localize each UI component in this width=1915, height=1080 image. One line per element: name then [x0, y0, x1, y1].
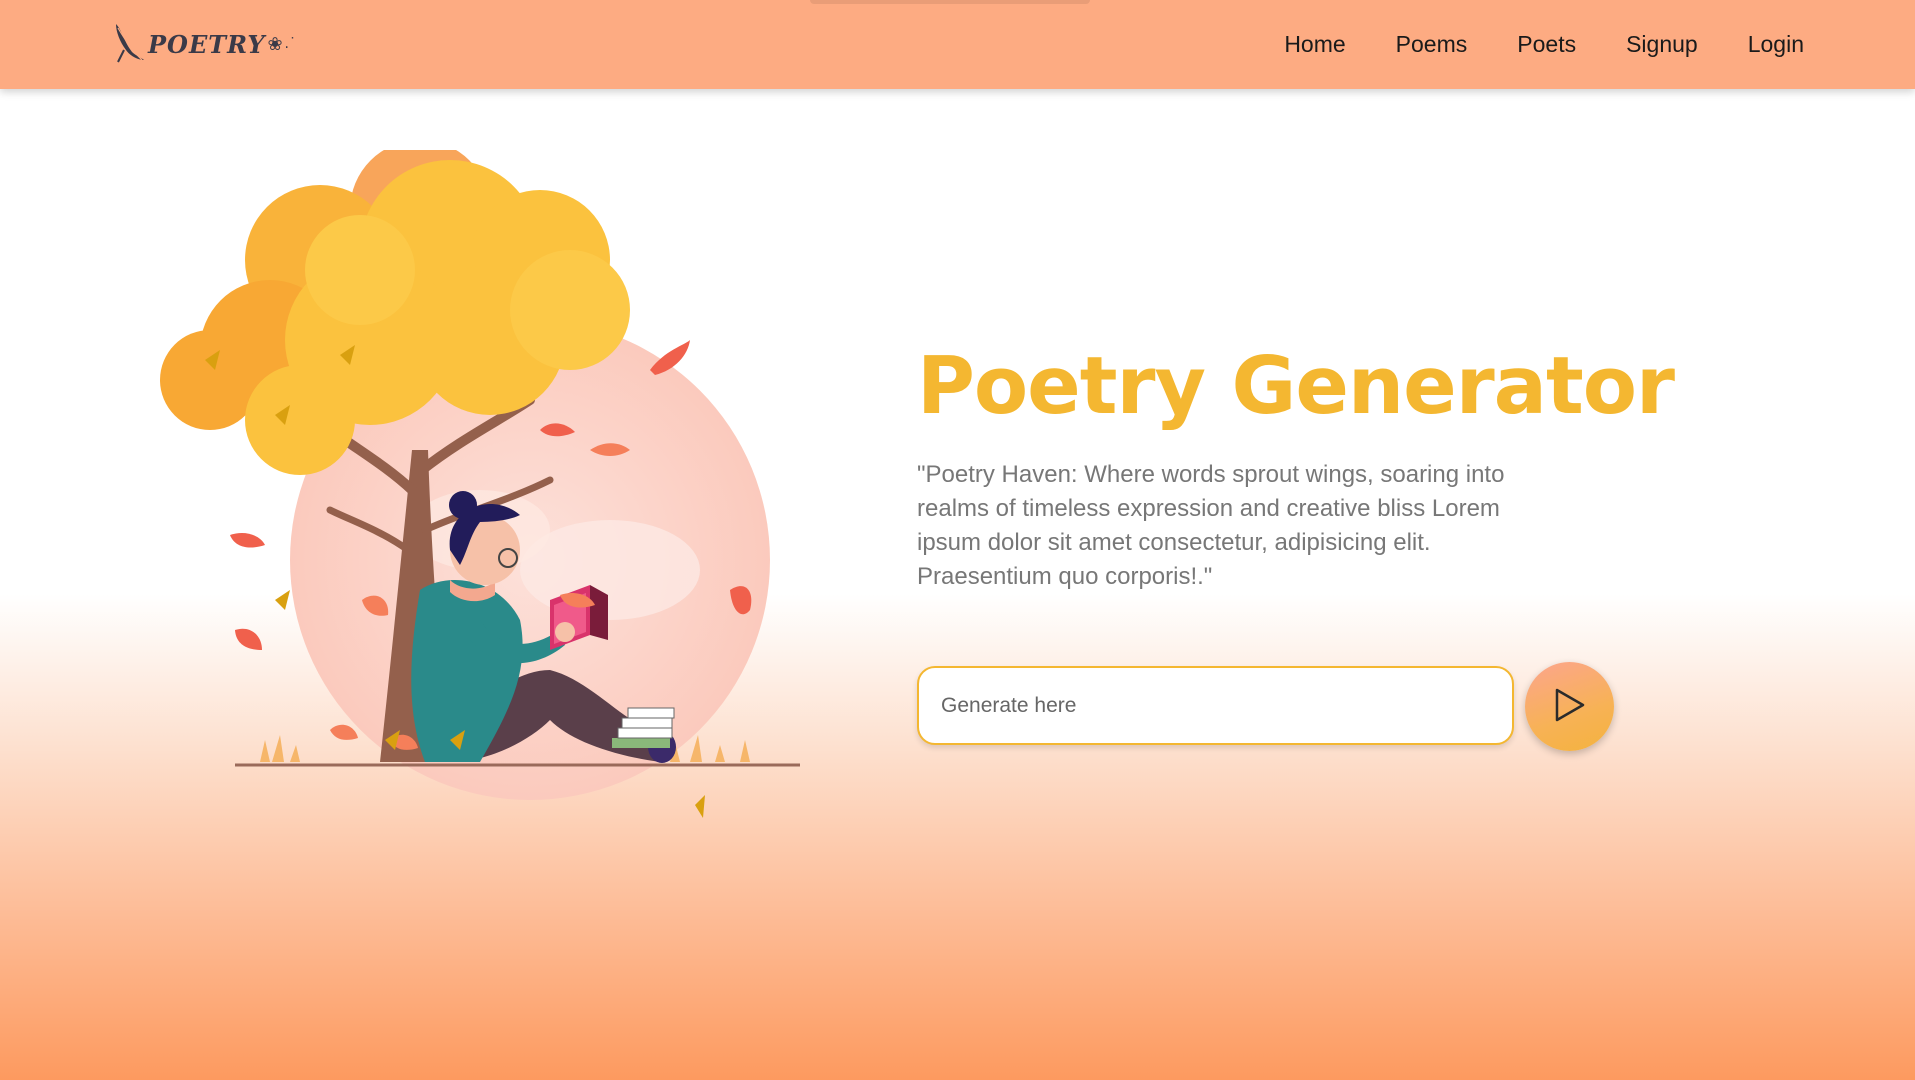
nav-links: Home Poems Poets Signup Login [1284, 0, 1804, 89]
nav-link-home[interactable]: Home [1284, 31, 1345, 58]
site-logo[interactable]: POETRY ❀ .˙ [112, 22, 296, 66]
hero-description: "Poetry Haven: Where words sprout wings,… [917, 461, 1505, 590]
flower-icon: ❀ [267, 33, 283, 55]
reading-under-tree-illustration [135, 140, 830, 870]
logo-text: POETRY [148, 29, 266, 59]
nav-link-signup[interactable]: Signup [1626, 31, 1698, 58]
hero-title: Poetry Generator [917, 340, 1675, 432]
nav-link-login[interactable]: Login [1748, 31, 1804, 58]
play-triangle-icon [1553, 687, 1587, 726]
nav-shadow-decoration [810, 0, 1090, 4]
feather-quill-icon [112, 20, 146, 68]
generate-input[interactable] [917, 666, 1514, 745]
top-navbar: POETRY ❀ .˙ Home Poems Poets Signup Logi… [0, 0, 1915, 89]
nav-link-poets[interactable]: Poets [1517, 31, 1576, 58]
generate-button[interactable] [1525, 662, 1614, 751]
dots-icon: .˙ [284, 36, 296, 52]
nav-link-poems[interactable]: Poems [1396, 31, 1468, 58]
